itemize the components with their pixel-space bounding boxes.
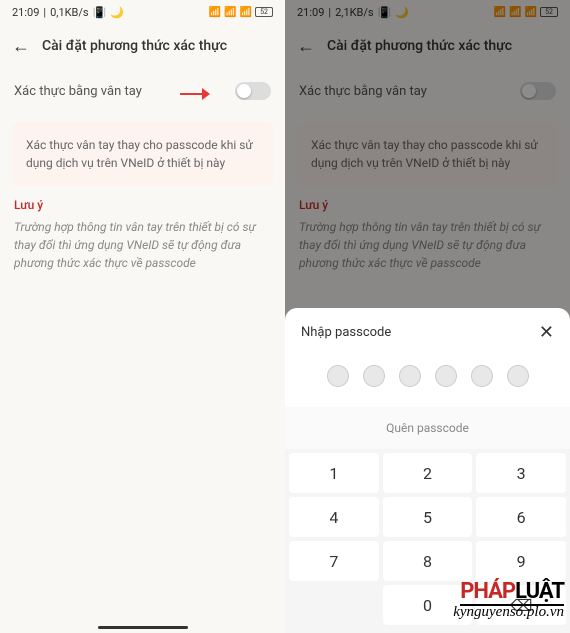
- pointer-arrow: [180, 88, 210, 100]
- key-2[interactable]: 2: [383, 453, 473, 493]
- key-9[interactable]: 9: [476, 541, 566, 581]
- vibrate-icon: 📳: [93, 6, 107, 19]
- key-5[interactable]: 5: [383, 497, 473, 537]
- passcode-dot: [471, 365, 493, 387]
- key-6[interactable]: 6: [476, 497, 566, 537]
- modal-title: Nhập passcode: [301, 325, 391, 340]
- fingerprint-toggle-row: Xác thực bằng vân tay: [0, 68, 285, 114]
- moon-icon: 🌙: [110, 6, 124, 19]
- key-1[interactable]: 1: [289, 453, 379, 493]
- passcode-dots: [285, 357, 570, 407]
- page-title: Cài đặt phương thức xác thực: [42, 38, 227, 54]
- key-7[interactable]: 7: [289, 541, 379, 581]
- back-button[interactable]: ←: [12, 36, 30, 57]
- passcode-dot: [327, 365, 349, 387]
- watermark-url: kynguyenso.plo.vn: [453, 604, 564, 621]
- signal-icon: 📶: [209, 7, 221, 18]
- passcode-dot: [363, 365, 385, 387]
- forgot-passcode-link[interactable]: Quên passcode: [285, 407, 570, 449]
- passcode-dot: [435, 365, 457, 387]
- status-bar: 21:09 | 0,1KB/s 📳 🌙 📶 📶 📶 52: [0, 0, 285, 24]
- passcode-dot: [507, 365, 529, 387]
- status-speed: 0,1KB/s: [50, 6, 89, 19]
- wifi-icon: 📶: [240, 7, 252, 18]
- key-empty: [289, 585, 379, 625]
- key-3[interactable]: 3: [476, 453, 566, 493]
- battery-icon: 52: [255, 7, 273, 17]
- note-text: Trường hợp thông tin vân tay trên thiết …: [14, 218, 271, 272]
- home-indicator[interactable]: [98, 626, 188, 629]
- screen-left: 21:09 | 0,1KB/s 📳 🌙 📶 📶 📶 52 ← Cài đặt p…: [0, 0, 285, 633]
- note-title: Lưu ý: [14, 198, 271, 212]
- watermark: PHÁPLUẬT kynguyenso.plo.vn: [453, 578, 564, 621]
- toggle-label: Xác thực bằng vân tay: [14, 84, 142, 99]
- key-4[interactable]: 4: [289, 497, 379, 537]
- passcode-dot: [399, 365, 421, 387]
- close-button[interactable]: ✕: [539, 322, 554, 343]
- fingerprint-toggle[interactable]: [235, 82, 271, 100]
- key-8[interactable]: 8: [383, 541, 473, 581]
- signal-icon: 📶: [224, 7, 236, 18]
- header: ← Cài đặt phương thức xác thực: [0, 24, 285, 68]
- screen-right: 21:09 | 2,1KB/s 📳 🌙 📶 📶 📶 52 ← Cài đặt p…: [285, 0, 570, 633]
- info-box: Xác thực vân tay thay cho passcode khi s…: [12, 122, 273, 186]
- status-time: 21:09: [12, 6, 39, 19]
